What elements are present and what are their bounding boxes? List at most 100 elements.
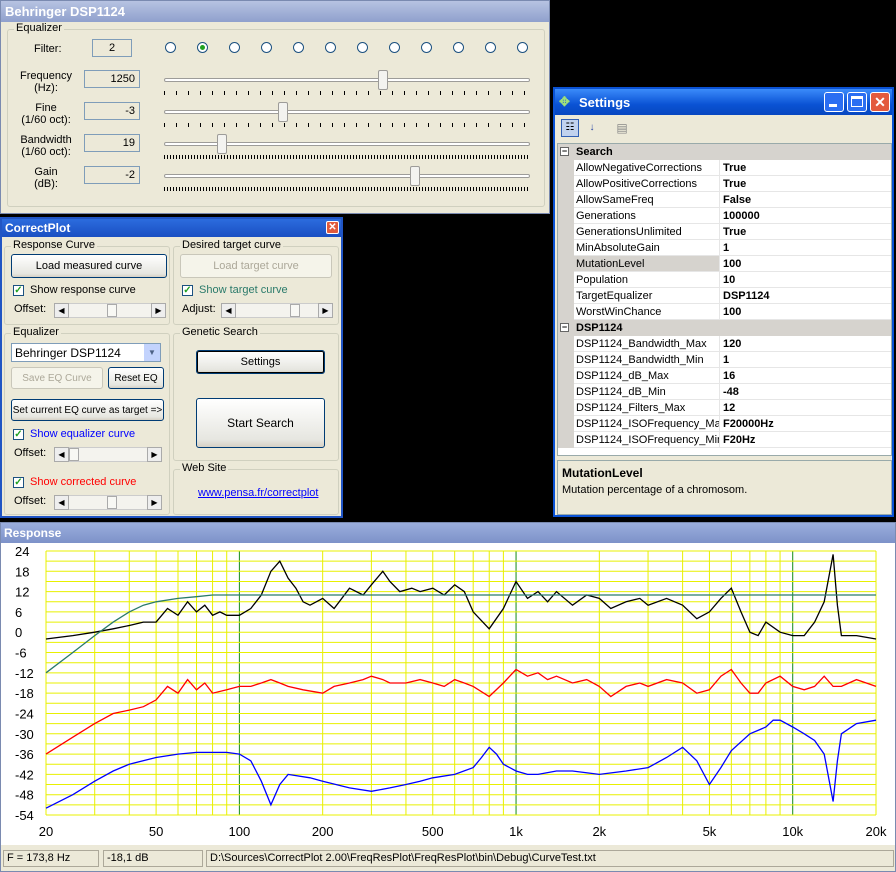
scroll-left-icon[interactable]: ◀: [54, 447, 69, 462]
eq-offset-scrollbar[interactable]: ◀ ▶: [54, 447, 162, 462]
response-chart[interactable]: 24 18 12 6 0 -6 -12 -18 -24 -30 -36 -42 -48 -54 20 50 10…: [1, 543, 895, 845]
property-row[interactable]: Generations 100000: [558, 208, 891, 224]
set-eq-as-target-button[interactable]: Set current EQ curve as target =>: [11, 399, 164, 421]
show-equalizer-curve-checkbox[interactable]: ✓: [13, 429, 24, 440]
bandwidth-value[interactable]: 19: [84, 134, 140, 152]
load-measured-curve-button[interactable]: Load measured curve: [11, 254, 167, 278]
chevron-down-icon[interactable]: ▼: [144, 344, 160, 361]
scroll-thumb[interactable]: [107, 304, 117, 317]
settings-button[interactable]: Settings: [196, 350, 325, 374]
scroll-right-icon[interactable]: ▶: [151, 303, 166, 318]
property-value[interactable]: 120: [720, 336, 891, 352]
property-row[interactable]: DSP1124_Bandwidth_Min 1: [558, 352, 891, 368]
property-row[interactable]: DSP1124_Bandwidth_Max 120: [558, 336, 891, 352]
property-value[interactable]: 100: [720, 304, 891, 320]
gain-value[interactable]: -2: [84, 166, 140, 184]
property-row[interactable]: DSP1124_ISOFrequency_Max F20000Hz: [558, 416, 891, 432]
filter-radio[interactable]: [453, 42, 464, 53]
close-icon[interactable]: ✕: [326, 221, 339, 234]
show-corrected-curve-checkbox[interactable]: ✓: [13, 477, 24, 488]
property-value[interactable]: 100: [720, 256, 891, 272]
property-row[interactable]: AllowSameFreq False: [558, 192, 891, 208]
property-value[interactable]: True: [720, 160, 891, 176]
property-row[interactable]: DSP1124_Filters_Max 12: [558, 400, 891, 416]
property-value[interactable]: -48: [720, 384, 891, 400]
filter-radio[interactable]: [197, 42, 208, 53]
property-row[interactable]: WorstWinChance 100: [558, 304, 891, 320]
property-value[interactable]: 16: [720, 368, 891, 384]
slider-thumb[interactable]: [278, 102, 288, 122]
property-row[interactable]: AllowNegativeCorrections True: [558, 160, 891, 176]
property-row[interactable]: MutationLevel 100: [558, 256, 891, 272]
filter-radio[interactable]: [293, 42, 304, 53]
property-value[interactable]: F20000Hz: [720, 416, 891, 432]
correctplot-titlebar[interactable]: CorrectPlot ✕: [2, 219, 341, 237]
scroll-right-icon[interactable]: ▶: [147, 495, 162, 510]
property-value[interactable]: 12: [720, 400, 891, 416]
maximize-icon[interactable]: [847, 92, 867, 112]
start-search-button[interactable]: Start Search: [196, 398, 325, 448]
filter-radio[interactable]: [485, 42, 496, 53]
filter-radio[interactable]: [421, 42, 432, 53]
property-value[interactable]: False: [720, 192, 891, 208]
category-dsp1124[interactable]: − DSP1124: [558, 320, 891, 336]
filter-radio[interactable]: [229, 42, 240, 53]
sort-alphabetical-icon[interactable]: ↓: [583, 119, 601, 137]
property-row[interactable]: TargetEqualizer DSP1124: [558, 288, 891, 304]
property-value[interactable]: DSP1124: [720, 288, 891, 304]
scroll-thumb[interactable]: [69, 448, 79, 461]
property-row[interactable]: MinAbsoluteGain 1: [558, 240, 891, 256]
settings-titlebar[interactable]: ✥ Settings ✕: [555, 89, 892, 115]
property-value[interactable]: 1: [720, 240, 891, 256]
filter-radio[interactable]: [325, 42, 336, 53]
property-row[interactable]: DSP1124_ISOFrequency_Min F20Hz: [558, 432, 891, 448]
property-row[interactable]: Population 10: [558, 272, 891, 288]
adjust-scrollbar[interactable]: ◀ ▶: [221, 303, 333, 318]
save-eq-curve-button[interactable]: Save EQ Curve: [11, 367, 103, 389]
response-titlebar[interactable]: Response: [1, 523, 895, 543]
collapse-icon[interactable]: −: [560, 147, 569, 156]
filter-radio[interactable]: [389, 42, 400, 53]
scroll-left-icon[interactable]: ◀: [221, 303, 236, 318]
property-value[interactable]: True: [720, 176, 891, 192]
scroll-thumb[interactable]: [290, 304, 300, 317]
slider-thumb[interactable]: [378, 70, 388, 90]
property-row[interactable]: DSP1124_dB_Max 16: [558, 368, 891, 384]
corrected-offset-scrollbar[interactable]: ◀ ▶: [54, 495, 162, 510]
equalizer-select[interactable]: Behringer DSP1124 ▼: [11, 343, 161, 362]
property-pages-icon[interactable]: ▤: [613, 119, 631, 137]
show-target-curve-checkbox[interactable]: ✓: [182, 285, 193, 296]
show-response-curve-checkbox[interactable]: ✓: [13, 285, 24, 296]
gain-slider[interactable]: [164, 165, 530, 193]
filter-radio[interactable]: [357, 42, 368, 53]
collapse-icon[interactable]: −: [560, 323, 569, 332]
eq-window-titlebar[interactable]: Behringer DSP1124: [1, 1, 549, 22]
property-value[interactable]: True: [720, 224, 891, 240]
website-link[interactable]: www.pensa.fr/correctplot: [198, 487, 318, 499]
property-value[interactable]: 10: [720, 272, 891, 288]
reset-eq-button[interactable]: Reset EQ: [108, 367, 164, 389]
slider-thumb[interactable]: [410, 166, 420, 186]
scroll-right-icon[interactable]: ▶: [318, 303, 333, 318]
filter-radio[interactable]: [165, 42, 176, 53]
category-search[interactable]: − Search: [558, 144, 891, 160]
property-value[interactable]: 1: [720, 352, 891, 368]
bandwidth-slider[interactable]: [164, 133, 530, 161]
slider-thumb[interactable]: [217, 134, 227, 154]
scroll-left-icon[interactable]: ◀: [54, 495, 69, 510]
fine-value[interactable]: -3: [84, 102, 140, 120]
filter-radio[interactable]: [261, 42, 272, 53]
scroll-left-icon[interactable]: ◀: [54, 303, 69, 318]
property-value[interactable]: F20Hz: [720, 432, 891, 448]
response-offset-scrollbar[interactable]: ◀ ▶: [54, 303, 166, 318]
frequency-slider[interactable]: [164, 69, 530, 97]
frequency-value[interactable]: 1250: [84, 70, 140, 88]
scroll-thumb[interactable]: [107, 496, 117, 509]
load-target-curve-button[interactable]: Load target curve: [180, 254, 332, 278]
property-value[interactable]: 100000: [720, 208, 891, 224]
close-icon[interactable]: ✕: [870, 92, 890, 112]
categorized-icon[interactable]: ☷: [561, 119, 579, 137]
property-row[interactable]: DSP1124_dB_Min -48: [558, 384, 891, 400]
scroll-right-icon[interactable]: ▶: [147, 447, 162, 462]
fine-slider[interactable]: [164, 101, 530, 129]
